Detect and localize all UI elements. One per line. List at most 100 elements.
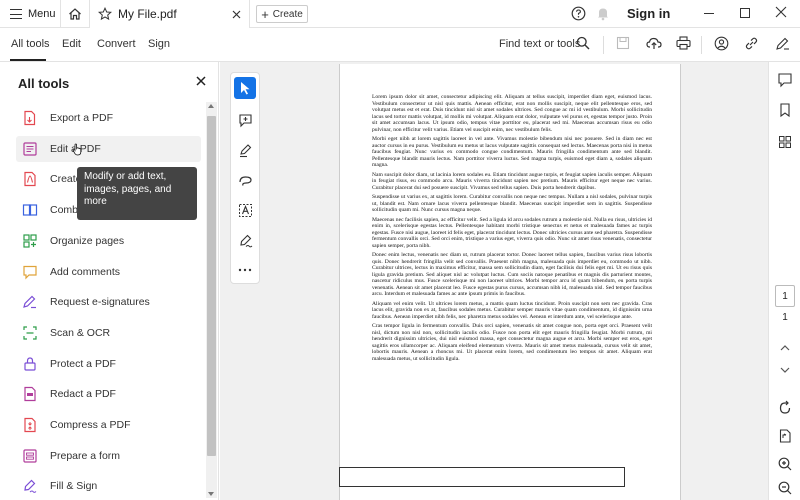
create-label: Create [272,8,303,20]
highlight-tool-button[interactable] [234,139,256,161]
scroll-up-arrow-icon[interactable] [208,104,214,108]
comment-add-icon [238,113,252,127]
pen-sign-icon[interactable] [775,36,790,51]
title-bar: Menu My File.pdf + Create Sign in [0,0,800,28]
tool-item-label: Organize pages [50,234,125,247]
toolbar-divider-2 [701,36,702,54]
more-tools-button[interactable] [234,259,256,281]
tool-item-compress-a-pdf[interactable]: Compress a PDF [16,412,201,438]
active-tab-indicator [10,59,46,61]
request-esign-icon [22,294,38,310]
page-up-icon[interactable] [777,340,793,356]
cloud-upload-icon[interactable] [646,36,662,50]
draw-tool-button[interactable] [234,169,256,191]
paragraph: Suspendisse ut varius ex, at sagittis lo… [372,194,652,213]
fill-sign-pen-icon [239,234,252,247]
save-icon[interactable] [616,36,630,50]
tab-convert[interactable]: Convert [97,38,136,50]
tool-item-request-e-signatures[interactable]: Request e-signatures [16,289,201,315]
link-icon[interactable] [744,36,759,51]
paragraph: Donec enim lectus, venenatis nec diam ut… [372,252,652,297]
panel-scrollbar[interactable] [206,102,217,498]
next-page-preview [339,467,625,487]
zoom-in-icon[interactable] [777,456,793,472]
home-icon [69,8,81,20]
thumbnails-grid-icon[interactable] [777,134,793,150]
tool-item-export-a-pdf[interactable]: Export a PDF [16,105,201,131]
tab-all-tools[interactable]: All tools [11,38,50,50]
rotate-icon[interactable] [777,400,793,416]
create-pdf-icon [22,171,38,187]
prepare-form-icon [22,448,38,464]
hand-cursor-icon [72,143,83,159]
pdf-page[interactable]: Lorem ipsum dolor sit amet, consectetur … [339,64,681,500]
tool-item-prepare-a-form[interactable]: Prepare a form [16,443,201,469]
main-toolbar: All tools Edit Convert Sign Find text or… [0,28,800,62]
comments-panel-icon[interactable] [777,72,793,88]
page-text-content: Lorem ipsum dolor sit amet, consectetur … [372,94,652,365]
page-fit-icon[interactable] [777,428,793,444]
paragraph: Lorem ipsum dolor sit amet, consectetur … [372,94,652,133]
tab-sign[interactable]: Sign [148,38,170,50]
select-tool-button[interactable] [234,77,256,99]
add-comments-icon [22,264,38,280]
tool-item-label: Protect a PDF [50,357,116,370]
hamburger-icon [10,9,22,19]
paragraph: Aliquam vel enim velit. Ut ultrices lore… [372,300,652,320]
tool-item-protect-a-pdf[interactable]: Protect a PDF [16,351,201,377]
scroll-down-arrow-icon[interactable] [208,492,214,496]
add-comment-tool-button[interactable] [234,109,256,131]
star-icon[interactable] [98,7,112,21]
compress-pdf-icon [22,417,38,433]
find-text-or-tools[interactable]: Find text or tools [499,38,580,50]
text-tool-button[interactable] [234,199,256,221]
tool-item-label: Add comments [50,265,121,278]
close-panel-icon[interactable] [196,76,206,86]
tool-item-label: Scan & OCR [50,326,111,339]
window-close-icon[interactable] [775,6,787,18]
search-icon[interactable] [576,36,590,50]
current-page-input[interactable]: 1 [775,285,795,307]
menu-label: Menu [28,8,56,20]
page-down-icon[interactable] [777,362,793,378]
maximize-icon[interactable] [740,8,750,18]
document-tab[interactable]: My File.pdf [90,0,250,28]
paragraph: Maecenas nec facilisis sapien, ac effici… [372,216,652,249]
export-pdf-icon [22,110,38,126]
fill-sign-icon [22,478,38,494]
redact-pdf-icon [22,386,38,402]
bell-icon[interactable] [596,6,610,21]
zoom-out-icon[interactable] [777,480,793,496]
share-user-icon[interactable] [714,36,729,51]
tool-item-organize-pages[interactable]: Organize pages [16,228,201,254]
tool-item-label: Export a PDF [50,112,114,124]
print-icon[interactable] [676,36,691,50]
minimize-icon[interactable] [704,13,714,14]
bookmark-icon[interactable] [777,102,793,118]
tool-item-label: Compress a PDF [50,419,131,431]
paragraph: Morbi eget nibh at lorem sagittis laoree… [372,136,652,168]
tool-item-scan-ocr[interactable]: Scan & OCR [16,320,201,346]
paragraph: Nam suscipit dolor diam, ut lacinia lore… [372,171,652,191]
combine-files-icon [22,202,38,218]
menu-button[interactable]: Menu [0,0,58,28]
tool-item-add-comments[interactable]: Add comments [16,259,201,285]
tab-title: My File.pdf [118,7,177,21]
home-button[interactable] [60,0,90,28]
tool-item-redact-a-pdf[interactable]: Redact a PDF [16,381,201,407]
scroll-thumb[interactable] [207,116,216,456]
close-tab-icon[interactable] [227,5,245,23]
cursor-icon [241,82,250,95]
paragraph: Cras tempor ligula in fermentum convalli… [372,323,652,362]
help-icon[interactable] [571,6,586,21]
all-tools-panel: All tools Export a PDF Edit a PDF Create Co… [0,62,219,500]
tool-item-label: Redact a PDF [50,388,116,401]
sign-tool-button[interactable] [234,229,256,251]
create-button[interactable]: + Create [256,5,308,23]
tool-item-fill-sign[interactable]: Fill & Sign [16,473,201,499]
sign-in-button[interactable]: Sign in [627,6,670,21]
tool-item-label: Request e-signatures [50,296,150,309]
tool-item-edit-a-pdf[interactable]: Edit a PDF [16,135,201,162]
tab-edit[interactable]: Edit [62,38,81,50]
more-horizontal-icon [238,268,252,272]
